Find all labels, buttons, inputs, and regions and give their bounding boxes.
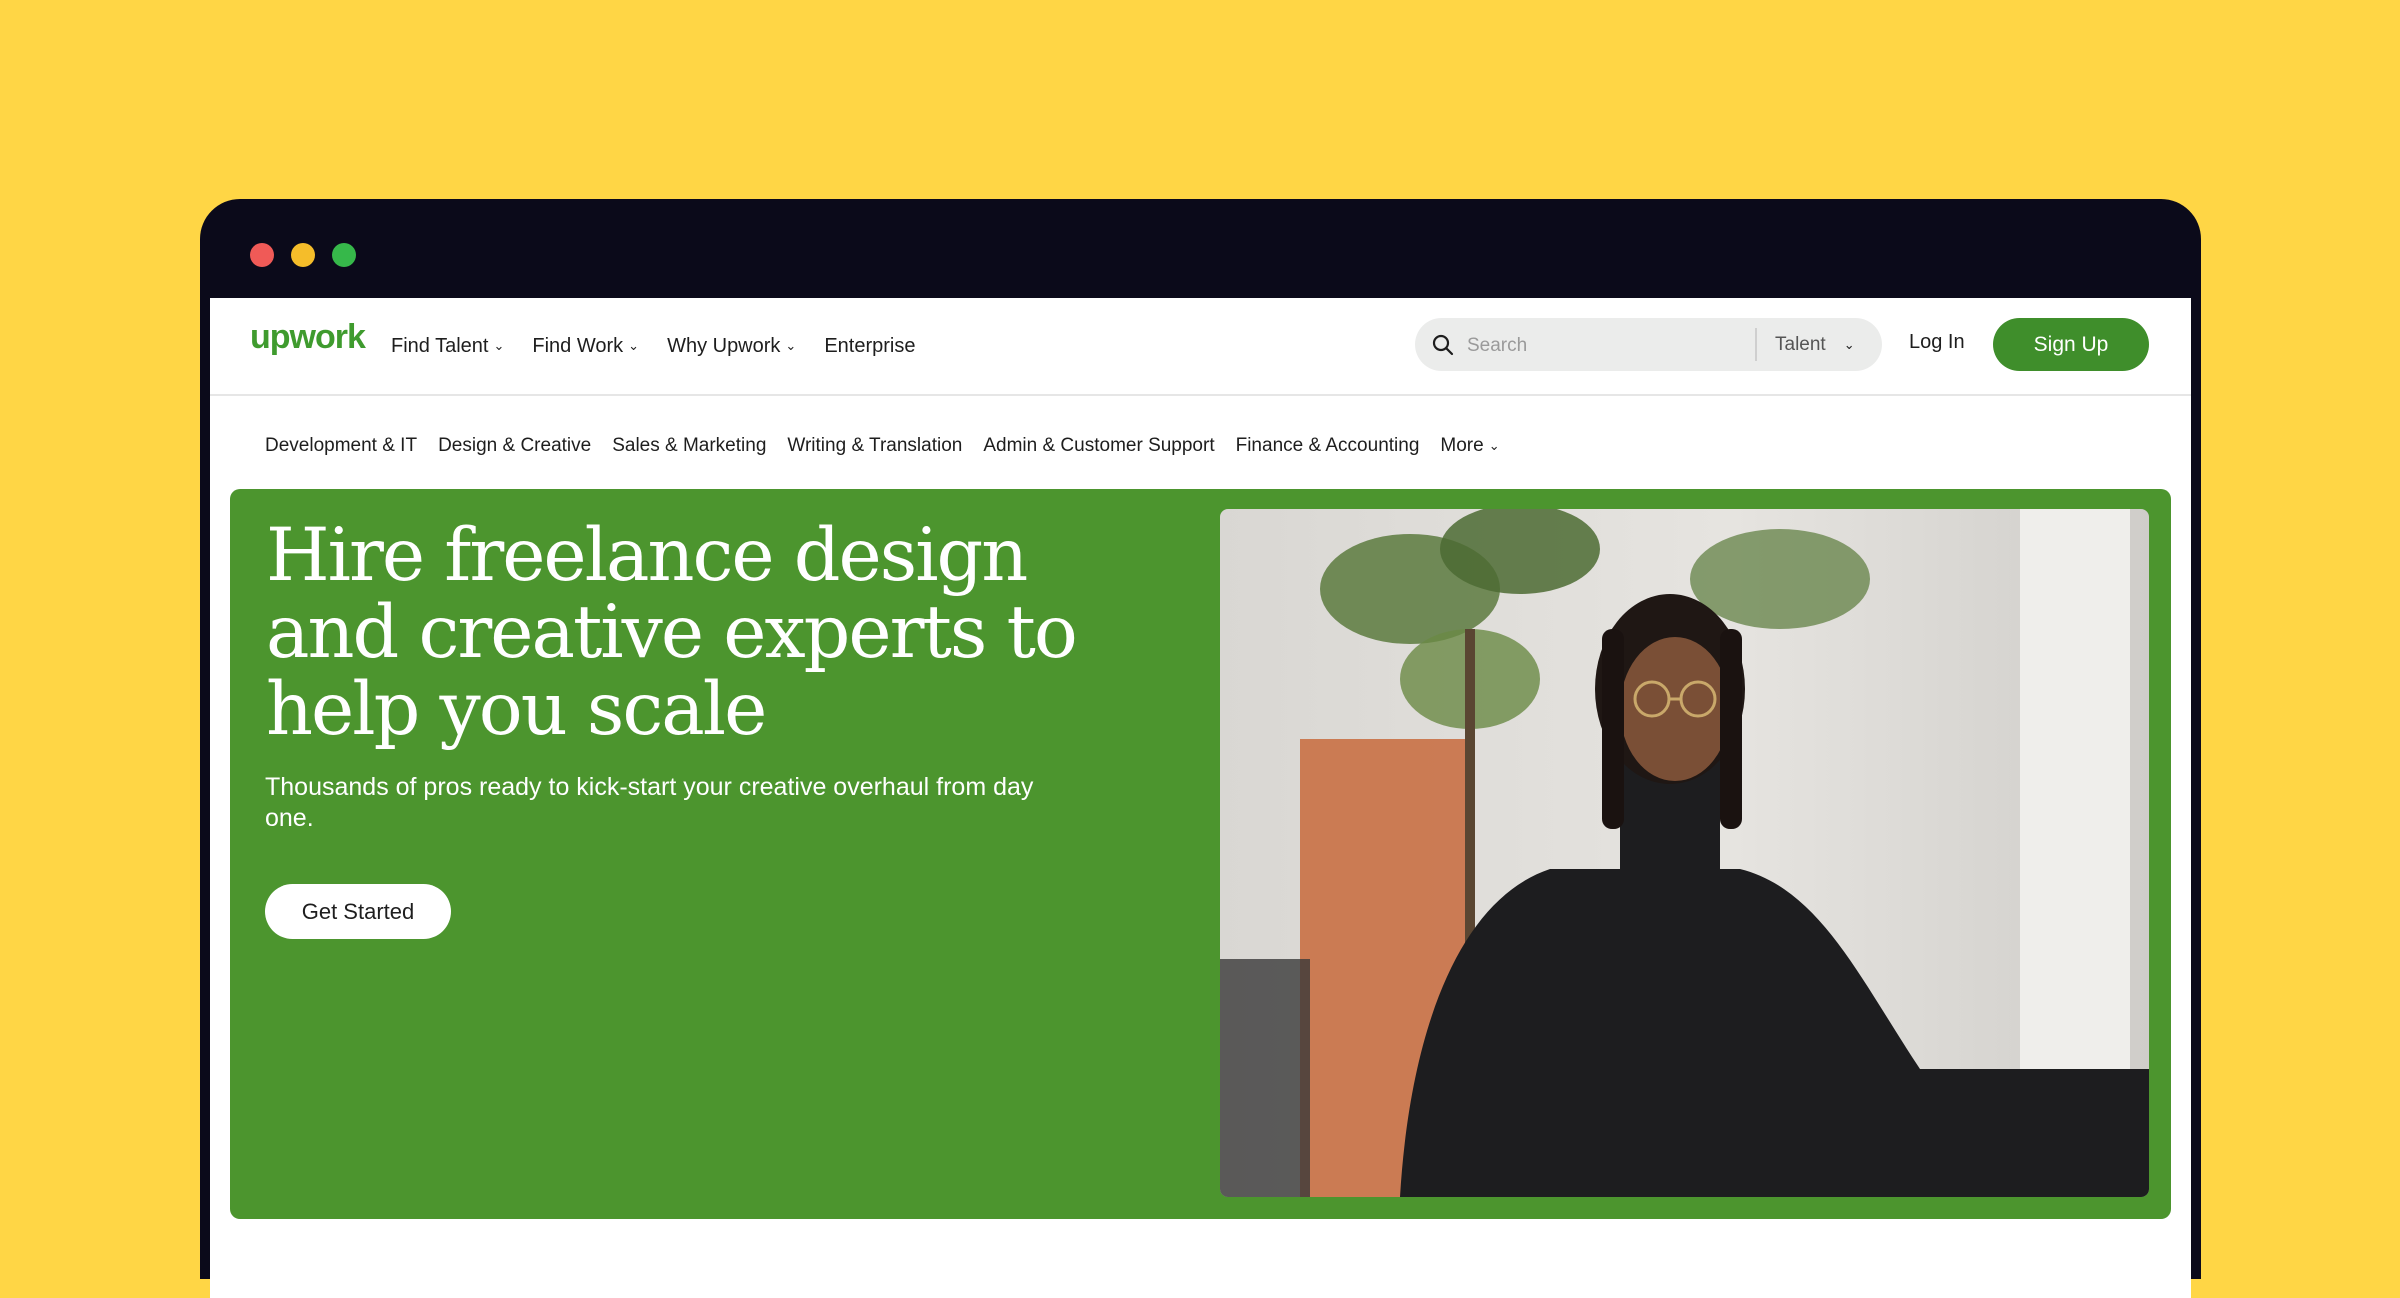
minimize-dot[interactable] [291, 243, 315, 267]
category-finance-accounting[interactable]: Finance & Accounting [1236, 435, 1420, 457]
hero-subtitle: Thousands of pros ready to kick-start yo… [265, 773, 1034, 832]
nav-enterprise-label: Enterprise [824, 334, 916, 357]
search-scope-dropdown[interactable]: Talent ⌄ [1775, 318, 1855, 371]
category-nav: Development & IT Design & Creative Sales… [265, 426, 1500, 466]
login-link[interactable]: Log In [1909, 331, 1965, 354]
browser-window: upwork Find Talent ⌄ Find Work ⌄ Why Upw… [200, 199, 2201, 1298]
search-bar: Talent ⌄ [1415, 318, 1882, 371]
nav-find-talent-label: Find Talent [391, 334, 489, 357]
nav-find-work-label: Find Work [532, 334, 624, 357]
upwork-logo[interactable]: upwork [250, 318, 366, 357]
maximize-dot[interactable] [332, 243, 356, 267]
nav-find-talent[interactable]: Find Talent ⌄ [391, 335, 504, 358]
category-writing-translation[interactable]: Writing & Translation [787, 435, 962, 457]
chevron-down-icon: ⌄ [1488, 438, 1500, 453]
close-dot[interactable] [250, 243, 274, 267]
hero-photo [1220, 509, 2149, 1197]
window-controls [250, 243, 356, 267]
chevron-down-icon: ⌄ [785, 338, 797, 353]
chevron-down-icon: ⌄ [1843, 336, 1855, 352]
category-development-it[interactable]: Development & IT [265, 435, 417, 457]
main-nav: Find Talent ⌄ Find Work ⌄ Why Upwork ⌄ E… [391, 298, 915, 394]
category-design-creative[interactable]: Design & Creative [438, 435, 591, 457]
signup-button[interactable]: Sign Up [1993, 318, 2149, 371]
hero-banner: Hire freelance design and creative exper… [230, 489, 2171, 1219]
get-started-button[interactable]: Get Started [265, 884, 451, 939]
search-scope-label: Talent [1775, 333, 1826, 355]
category-more-label: More [1440, 435, 1484, 456]
web-page: upwork Find Talent ⌄ Find Work ⌄ Why Upw… [210, 298, 2191, 1298]
search-icon [1432, 334, 1454, 356]
category-sales-marketing[interactable]: Sales & Marketing [612, 435, 766, 457]
top-navigation: upwork Find Talent ⌄ Find Work ⌄ Why Upw… [210, 298, 2191, 396]
logo-text: upwork [250, 318, 366, 356]
category-more[interactable]: More ⌄ [1440, 435, 1499, 457]
nav-enterprise[interactable]: Enterprise [824, 335, 915, 358]
search-input[interactable] [1465, 326, 1729, 365]
hero-photo-illustration [1220, 509, 2149, 1197]
category-admin-support[interactable]: Admin & Customer Support [983, 435, 1214, 457]
hero-title: Hire freelance design and creative exper… [266, 513, 1078, 752]
nav-why-upwork-label: Why Upwork [667, 334, 781, 357]
nav-find-work[interactable]: Find Work ⌄ [532, 335, 639, 358]
search-divider [1755, 328, 1757, 361]
chevron-down-icon: ⌄ [628, 338, 640, 353]
nav-why-upwork[interactable]: Why Upwork ⌄ [667, 335, 796, 358]
chevron-down-icon: ⌄ [493, 338, 505, 353]
